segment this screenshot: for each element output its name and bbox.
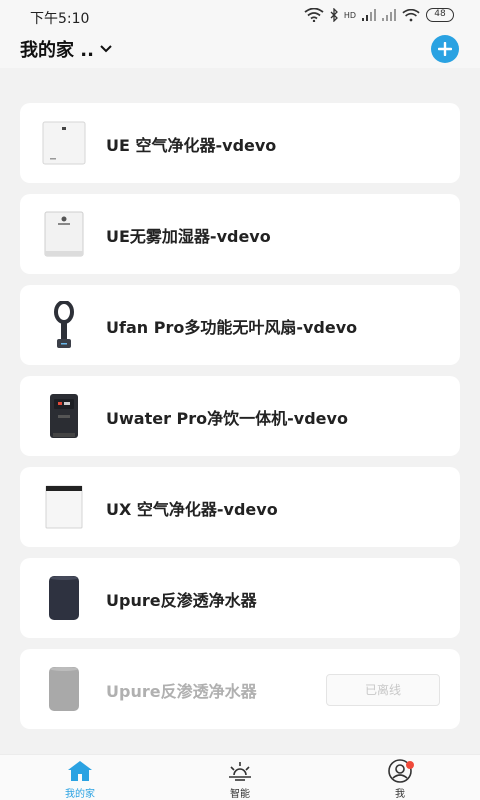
status-icons: HD 48 xyxy=(304,8,454,22)
notification-dot xyxy=(406,761,414,769)
offline-status-badge: 已离线 xyxy=(326,674,440,706)
wifi-icon-2 xyxy=(402,8,420,21)
device-name: Uwater Pro净饮一体机-vdevo xyxy=(106,409,348,428)
device-card[interactable]: UE 空气净化器-vdevo xyxy=(20,103,460,183)
device-name: UE 空气净化器-vdevo xyxy=(106,136,277,155)
humidifier-icon xyxy=(40,204,88,264)
tab-label: 我 xyxy=(395,789,405,800)
air-purifier-icon xyxy=(40,113,88,173)
chevron-down-icon xyxy=(100,45,112,53)
device-card-offline[interactable]: Upure反渗透净水器 已离线 xyxy=(20,649,460,729)
device-card[interactable]: Uwater Pro净饮一体机-vdevo xyxy=(20,376,460,456)
tab-home[interactable]: 我的家 xyxy=(40,759,120,800)
home-selector[interactable]: 我的家 .. xyxy=(20,36,112,62)
signal-bars-icon xyxy=(362,9,376,21)
water-purifier-icon xyxy=(40,659,88,719)
signal-bars-icon-2 xyxy=(382,9,396,21)
home-icon xyxy=(68,761,92,781)
sun-icon xyxy=(229,762,251,781)
device-name: UE无雾加湿器-vdevo xyxy=(106,227,271,246)
air-purifier-icon xyxy=(40,477,88,537)
hd-signal-label: HD xyxy=(343,10,356,20)
device-card[interactable]: Ufan Pro多功能无叶风扇-vdevo xyxy=(20,285,460,365)
bluetooth-icon xyxy=(330,8,338,22)
device-card[interactable]: Upure反渗透净水器 xyxy=(20,558,460,638)
water-dispenser-icon xyxy=(40,386,88,446)
bottom-tab-bar: 我的家 智能 我 xyxy=(0,754,480,800)
bladeless-fan-icon xyxy=(40,295,88,355)
header: 我的家 .. xyxy=(0,32,480,68)
device-card[interactable]: UE无雾加湿器-vdevo xyxy=(20,194,460,274)
plus-icon xyxy=(438,42,452,56)
wifi-icon xyxy=(304,8,324,22)
device-name: Upure反渗透净水器 xyxy=(106,591,257,610)
water-purifier-icon xyxy=(40,568,88,628)
tab-me[interactable]: 我 xyxy=(360,759,440,800)
add-device-button[interactable] xyxy=(431,35,459,63)
device-name: Upure反渗透净水器 xyxy=(106,682,257,701)
device-card[interactable]: UX 空气净化器-vdevo xyxy=(20,467,460,547)
battery-indicator: 48 xyxy=(426,8,454,22)
tab-smart[interactable]: 智能 xyxy=(200,759,280,800)
status-bar: 下午5:10 HD 48 xyxy=(0,0,480,32)
home-name: 我的家 .. xyxy=(20,40,94,61)
tab-label: 我的家 xyxy=(65,789,95,800)
status-time: 下午5:10 xyxy=(30,11,90,27)
device-name: Ufan Pro多功能无叶风扇-vdevo xyxy=(106,318,358,337)
device-name: UX 空气净化器-vdevo xyxy=(106,500,278,519)
tab-label: 智能 xyxy=(230,789,250,800)
